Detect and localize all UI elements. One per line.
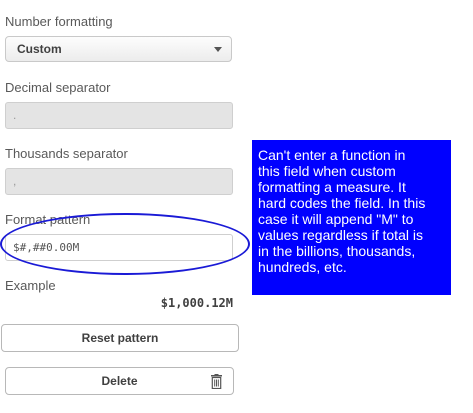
reset-pattern-button[interactable]: Reset pattern: [1, 324, 239, 352]
example-label: Example: [5, 278, 56, 293]
format-pattern-label: Format pattern: [5, 212, 91, 227]
thousands-separator-label: Thousands separator: [5, 146, 128, 161]
thousands-separator-field: ,: [5, 168, 233, 195]
delete-label: Delete: [101, 374, 138, 388]
number-formatting-selected-value: Custom: [17, 42, 62, 56]
delete-button[interactable]: Delete: [5, 367, 234, 395]
trash-icon: [211, 374, 222, 389]
number-formatting-dropdown[interactable]: Custom: [5, 36, 232, 62]
annotation-callout: Can't enter a function in this field whe…: [252, 140, 451, 295]
decimal-separator-label: Decimal separator: [5, 80, 111, 95]
decimal-separator-field: .: [5, 102, 233, 129]
number-formatting-label: Number formatting: [5, 14, 113, 29]
format-pattern-input[interactable]: $#,##0.00M: [5, 234, 233, 261]
reset-pattern-label: Reset pattern: [81, 331, 159, 345]
chevron-down-icon: [214, 47, 222, 52]
example-value: $1,000.12M: [160, 296, 233, 310]
